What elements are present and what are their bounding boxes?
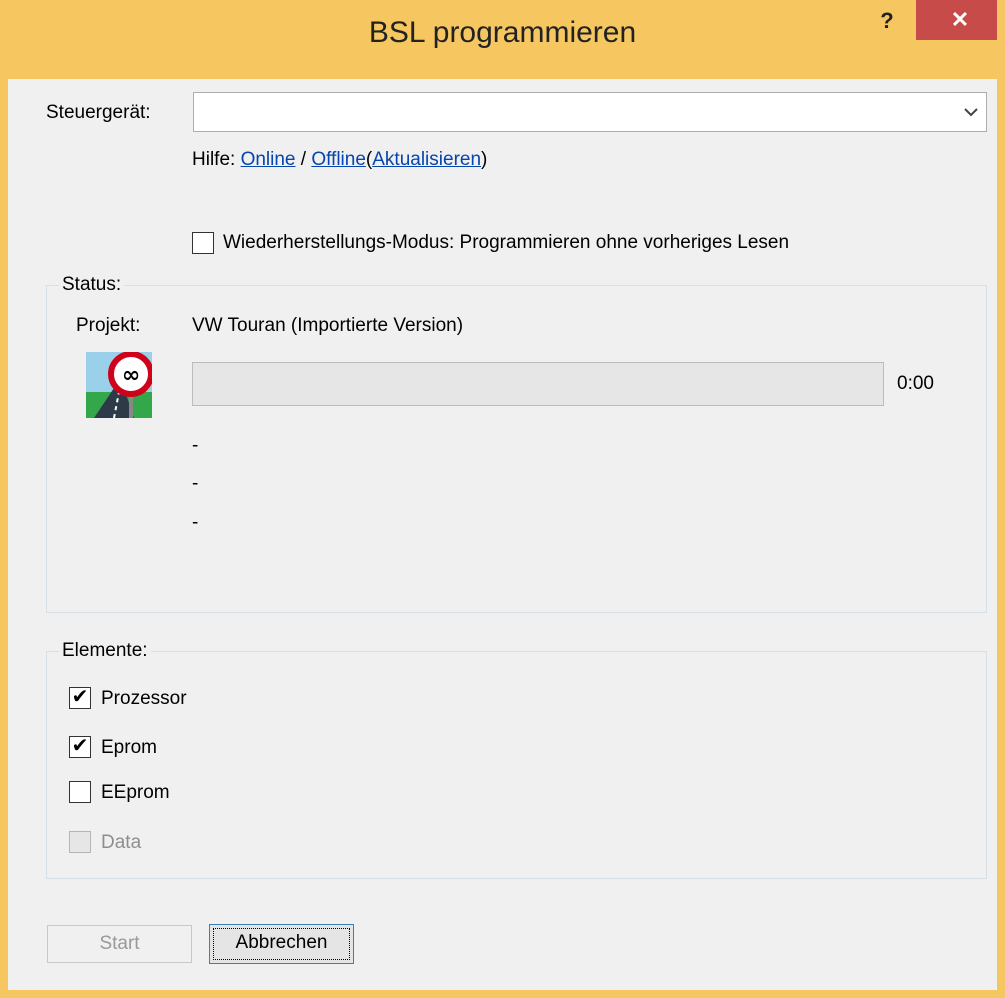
eprom-label[interactable]: Eprom: [101, 737, 157, 759]
eeprom-label[interactable]: EEprom: [101, 782, 170, 804]
help-offline-link[interactable]: Offline: [311, 149, 366, 170]
cancel-button[interactable]: Abbrechen: [209, 924, 354, 964]
help-prefix: Hilfe:: [192, 149, 236, 170]
project-value: VW Touran (Importierte Version): [192, 315, 464, 336]
recovery-mode-label[interactable]: Wiederherstellungs-Modus: Programmieren …: [223, 232, 789, 254]
status-line-2: -: [192, 473, 199, 494]
data-checkbox: [69, 831, 91, 853]
prozessor-checkbox[interactable]: ✔: [69, 687, 91, 709]
status-line-3: -: [192, 512, 199, 533]
start-button: Start: [47, 925, 192, 963]
status-line-1: -: [192, 435, 199, 456]
elements-group-title: Elemente:: [59, 640, 151, 662]
help-refresh-link[interactable]: Aktualisieren: [372, 149, 481, 170]
recovery-mode-checkbox[interactable]: [192, 232, 214, 254]
status-group: [46, 285, 987, 613]
prozessor-label[interactable]: Prozessor: [101, 688, 187, 710]
progress-bar: [192, 362, 884, 406]
status-group-title: Status:: [59, 274, 125, 296]
chevron-down-icon[interactable]: [964, 101, 978, 122]
eprom-checkbox[interactable]: ✔: [69, 736, 91, 758]
speed-limit-end-icon: ∞: [86, 351, 154, 419]
svg-text:∞: ∞: [122, 363, 140, 388]
help-line: Hilfe: Online / Offline(Aktualisieren): [192, 149, 487, 171]
elements-group: [46, 651, 987, 879]
eeprom-checkbox[interactable]: [69, 781, 91, 803]
help-online-link[interactable]: Online: [241, 149, 296, 170]
focus-rect: [213, 928, 350, 960]
help-close-paren: ): [481, 149, 488, 170]
help-separator: /: [300, 149, 307, 170]
steuergeraet-combobox[interactable]: [193, 92, 987, 132]
steuergeraet-label: Steuergerät:: [46, 102, 151, 123]
data-label: Data: [101, 832, 142, 853]
elapsed-time: 0:00: [897, 373, 934, 394]
project-label: Projekt:: [76, 315, 141, 336]
